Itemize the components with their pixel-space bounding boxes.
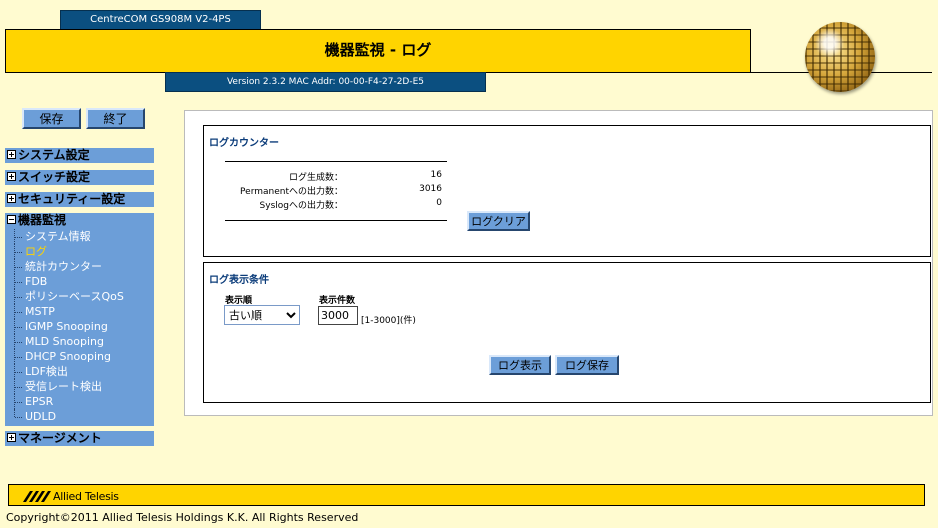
log-display-title: ログ表示条件	[209, 275, 269, 286]
divider	[225, 220, 447, 221]
brand-logo: Allied Telesis	[23, 489, 119, 503]
sidebar-item-security[interactable]: セキュリティー設定	[5, 192, 154, 207]
log-generated-value: 16	[430, 170, 442, 180]
display-count-input[interactable]	[318, 306, 358, 325]
syslog-output-label: Syslogへの出力数：	[259, 201, 343, 211]
log-counter-group: ログカウンター ログ生成数： 16 Permanentへの出力数： 3016 S…	[203, 125, 931, 257]
sidebar-item-label: スイッチ設定	[18, 170, 91, 184]
main-panel: ログカウンター ログ生成数： 16 Permanentへの出力数： 3016 S…	[184, 110, 933, 416]
expand-icon	[7, 172, 16, 181]
sidebar-item-label: 機器監視	[18, 213, 67, 227]
page-title: 機器監視 - ログ	[5, 29, 751, 73]
sidebar-item-fdb[interactable]: FDB	[5, 274, 154, 289]
sidebar-item-igmp-snooping[interactable]: IGMP Snooping	[5, 319, 154, 334]
sidebar-item-system[interactable]: システム設定	[5, 148, 154, 163]
sidebar-item-rx-rate[interactable]: 受信レート検出	[5, 379, 154, 394]
sidebar-item-policy-qos[interactable]: ポリシーベースQoS	[5, 289, 154, 304]
sidebar-item-udld[interactable]: UDLD	[5, 409, 154, 424]
syslog-output-value: 0	[436, 198, 442, 208]
globe-logo-icon	[805, 22, 875, 92]
sidebar-item-epsr[interactable]: EPSR	[5, 394, 154, 409]
expand-icon	[7, 194, 16, 203]
sidebar-item-label: システム設定	[18, 148, 90, 162]
sidebar-item-mstp[interactable]: MSTP	[5, 304, 154, 319]
sidebar-item-mld-snooping[interactable]: MLD Snooping	[5, 334, 154, 349]
sidebar-item-log[interactable]: ログ	[5, 244, 154, 259]
expand-icon	[7, 150, 16, 159]
sidebar-item-switch[interactable]: スイッチ設定	[5, 170, 154, 185]
sidebar-item-ldf[interactable]: LDF検出	[5, 364, 154, 379]
expand-icon	[7, 433, 16, 442]
allied-telesis-logo-icon	[23, 490, 51, 502]
sidebar-item-monitor[interactable]: 機器監視	[5, 213, 154, 229]
sidebar-item-label: セキュリティー設定	[18, 192, 126, 206]
collapse-icon	[7, 215, 16, 224]
sidebar-item-label: マネージメント	[18, 431, 102, 445]
brand-name: Allied Telesis	[53, 489, 119, 503]
permanent-output-label: Permanentへの出力数：	[240, 187, 343, 197]
save-button[interactable]: 保存	[22, 108, 81, 129]
display-count-label: 表示件数	[319, 296, 356, 306]
sidebar-item-system-info[interactable]: システム情報	[5, 229, 154, 244]
sidebar-item-statistics-counter[interactable]: 統計カウンター	[5, 259, 154, 274]
sidebar-item-dhcp-snooping[interactable]: DHCP Snooping	[5, 349, 154, 364]
log-generated-label: ログ生成数：	[288, 173, 343, 183]
log-save-button[interactable]: ログ保存	[555, 355, 619, 375]
sidebar-item-management[interactable]: マネージメント	[5, 431, 154, 446]
divider	[225, 161, 447, 162]
model-name-tab: CentreCOM GS908M V2-4PS	[60, 10, 261, 30]
exit-button[interactable]: 終了	[86, 108, 145, 129]
log-clear-button[interactable]: ログクリア	[467, 211, 530, 231]
display-order-select[interactable]: 古い順	[224, 305, 300, 325]
display-count-range: [1-3000](件)	[361, 316, 416, 326]
footer-bar: Allied Telesis	[8, 484, 925, 506]
sidebar-section-monitor: 機器監視 システム情報 ログ 統計カウンター FDB ポリシーベースQoS MS…	[5, 213, 154, 426]
copyright-text: Copyright©2011 Allied Telesis Holdings K…	[6, 511, 359, 524]
permanent-output-value: 3016	[419, 184, 442, 194]
log-display-group: ログ表示条件 表示順 古い順 表示件数 [1-3000](件) ログ表示 ログ保…	[203, 262, 931, 403]
log-show-button[interactable]: ログ表示	[489, 355, 551, 375]
version-info: Version 2.3.2 MAC Addr: 00-00-F4-27-2D-E…	[165, 72, 486, 92]
log-counter-title: ログカウンター	[209, 138, 279, 149]
